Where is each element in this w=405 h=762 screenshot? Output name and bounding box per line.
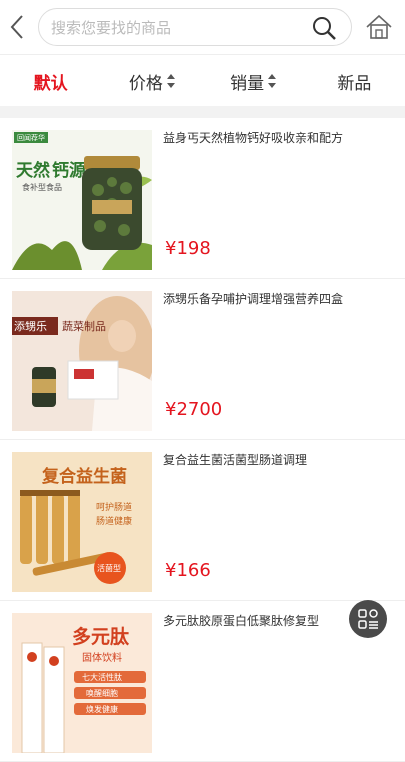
tab-label: 销量	[230, 73, 265, 94]
search-icon[interactable]	[311, 15, 337, 41]
product-image[interactable]: 多元肽 固体饮料 七大活性肽 唤醒细胞 焕发健康	[12, 613, 152, 753]
tab-default[interactable]: 默认	[0, 55, 101, 107]
tab-label: 默认	[33, 73, 68, 94]
top-bar	[0, 0, 405, 54]
float-menu-button[interactable]	[349, 600, 387, 638]
image-subtitle: 固体饮料	[82, 651, 122, 664]
image-headline: 多元肽	[72, 625, 130, 648]
product-title[interactable]: 益身丐天然植物钙好吸收亲和配方	[163, 129, 393, 147]
image-tag: 唤醒细胞	[86, 688, 118, 698]
product-image[interactable]: 回闻荐华 天然 钙源 食补型食品	[12, 130, 152, 270]
image-brand: 添甥乐	[14, 319, 47, 333]
image-tag: 焕发健康	[86, 704, 118, 714]
tab-new[interactable]: 新品	[304, 55, 405, 107]
product-image[interactable]: 复合益生菌 呵护肠道 肠道健康 活菌型	[12, 452, 152, 592]
product-price: ¥166	[165, 560, 211, 581]
tab-label: 新品	[337, 73, 372, 94]
search-input[interactable]	[49, 16, 303, 40]
image-badge: 回闻荐华	[17, 133, 45, 142]
product-title[interactable]: 复合益生菌活菌型肠道调理	[163, 451, 393, 469]
image-tag: 七大活性肽	[82, 672, 122, 682]
product-list: 回闻荐华 天然 钙源 食补型食品 益身丐天然植物钙好吸收亲和配方 ¥198 添甥…	[0, 118, 405, 762]
home-icon[interactable]	[365, 14, 393, 40]
product-price: ¥2700	[165, 399, 223, 420]
product-item[interactable]: 多元肽 固体饮料 七大活性肽 唤醒细胞 焕发健康 多元肽胶原蛋白低聚肽修复型	[0, 601, 405, 762]
menu-grid-icon	[358, 609, 378, 629]
search-box[interactable]	[38, 8, 352, 46]
image-headline: 天然	[16, 160, 50, 181]
back-icon[interactable]	[8, 12, 28, 42]
product-item[interactable]: 回闻荐华 天然 钙源 食补型食品 益身丐天然植物钙好吸收亲和配方 ¥198	[0, 118, 405, 279]
product-price: ¥198	[165, 238, 211, 259]
product-title[interactable]: 添甥乐备孕哺护调理增强营养四盒	[163, 290, 393, 308]
image-headline: 复合益生菌	[41, 466, 127, 487]
sort-tabs: 默认 价格 销量 新品	[0, 54, 405, 107]
image-tag: 呵护肠道	[96, 501, 132, 513]
sort-arrows-icon	[166, 74, 175, 88]
product-item[interactable]: 复合益生菌 呵护肠道 肠道健康 活菌型 复合益生菌活菌型肠道调理 ¥166	[0, 440, 405, 601]
sort-arrows-icon	[268, 74, 277, 88]
product-item[interactable]: 添甥乐 蔬菜制品 添甥乐备孕哺护调理增强营养四盒 ¥2700	[0, 279, 405, 440]
tab-label: 价格	[128, 73, 163, 94]
image-headline: 钙源	[52, 160, 86, 181]
image-tag: 肠道健康	[96, 515, 132, 527]
image-burst: 活菌型	[97, 563, 121, 573]
product-image[interactable]: 添甥乐 蔬菜制品	[12, 291, 152, 431]
image-subtitle: 蔬菜制品	[62, 320, 106, 333]
section-divider	[0, 106, 405, 118]
image-subtitle: 食补型食品	[22, 182, 62, 192]
tab-sales[interactable]: 销量	[203, 55, 304, 107]
tab-price[interactable]: 价格	[101, 55, 202, 107]
